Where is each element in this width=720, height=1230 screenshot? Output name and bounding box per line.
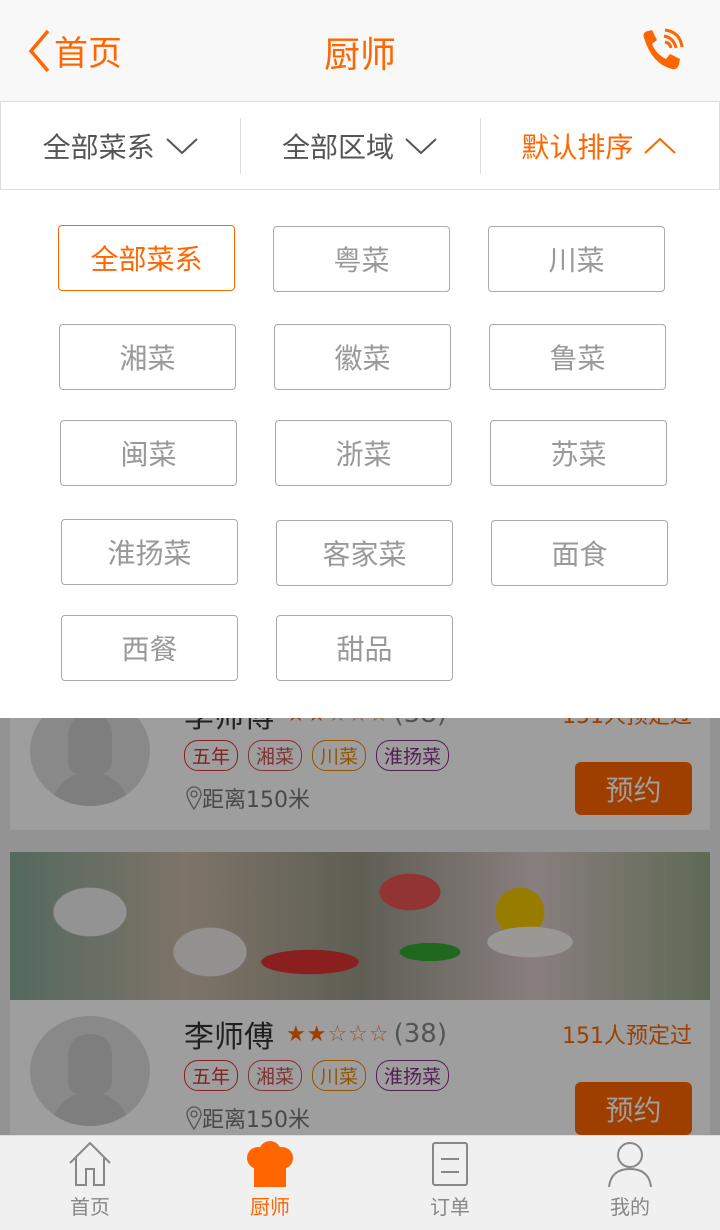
cuisine-option[interactable]: 甜品 (276, 615, 453, 681)
filter-cuisine[interactable]: 全部菜系 (1, 102, 240, 189)
filter-sort[interactable]: 默认排序 (479, 102, 719, 189)
tab-orders[interactable]: 订单 (360, 1136, 540, 1230)
tab-mine-label: 我的 (610, 1195, 650, 1219)
chef-hat-icon (247, 1141, 293, 1187)
home-icon (69, 1141, 111, 1186)
tab-orders-label: 订单 (430, 1195, 470, 1219)
cuisine-option[interactable]: 淮扬菜 (61, 519, 238, 585)
cuisine-option[interactable]: 粤菜 (273, 226, 450, 292)
chevron-up-icon (644, 137, 677, 154)
cuisine-option[interactable]: 西餐 (61, 615, 238, 681)
filter-area-label: 全部区域 (281, 130, 394, 164)
user-icon (608, 1142, 652, 1187)
cuisine-option[interactable]: 客家菜 (276, 520, 453, 586)
filter-sort-label: 默认排序 (521, 130, 634, 164)
order-icon (432, 1142, 468, 1186)
cuisine-option[interactable]: 闽菜 (60, 420, 237, 486)
tab-home-label: 首页 (70, 1195, 110, 1219)
cuisine-option[interactable]: 湘菜 (59, 324, 236, 390)
page-title: 厨师 (323, 35, 396, 76)
filter-area[interactable]: 全部区域 (240, 102, 479, 189)
tab-bar: 首页 厨师 订单 我的 (0, 1135, 720, 1230)
cuisine-option[interactable]: 鲁菜 (489, 324, 666, 390)
phone-icon[interactable] (638, 28, 684, 74)
tab-mine[interactable]: 我的 (540, 1136, 720, 1230)
tab-home[interactable]: 首页 (0, 1136, 180, 1230)
tab-chef[interactable]: 厨师 (180, 1136, 360, 1230)
cuisine-dropdown-panel: 全部菜系 粤菜 川菜湘菜 徽菜 鲁菜闽菜 浙菜 苏菜淮扬菜 客家菜 面食西餐 甜品 (0, 190, 720, 718)
cuisine-option[interactable]: 川菜 (488, 226, 665, 292)
chevron-down-icon (405, 137, 437, 154)
header: 首页 厨师 (0, 0, 720, 101)
cuisine-option[interactable]: 苏菜 (490, 420, 667, 486)
chevron-down-icon (165, 137, 198, 154)
filter-bar: 全部菜系 全部区域 默认排序 (0, 101, 720, 190)
cuisine-option[interactable]: 徽菜 (274, 324, 451, 390)
tab-chef-label: 厨师 (250, 1195, 290, 1219)
cuisine-option[interactable]: 浙菜 (275, 420, 452, 486)
cuisine-option[interactable]: 面食 (491, 520, 668, 586)
filter-cuisine-label: 全部菜系 (42, 130, 155, 164)
cuisine-option[interactable]: 全部菜系 (58, 225, 235, 291)
